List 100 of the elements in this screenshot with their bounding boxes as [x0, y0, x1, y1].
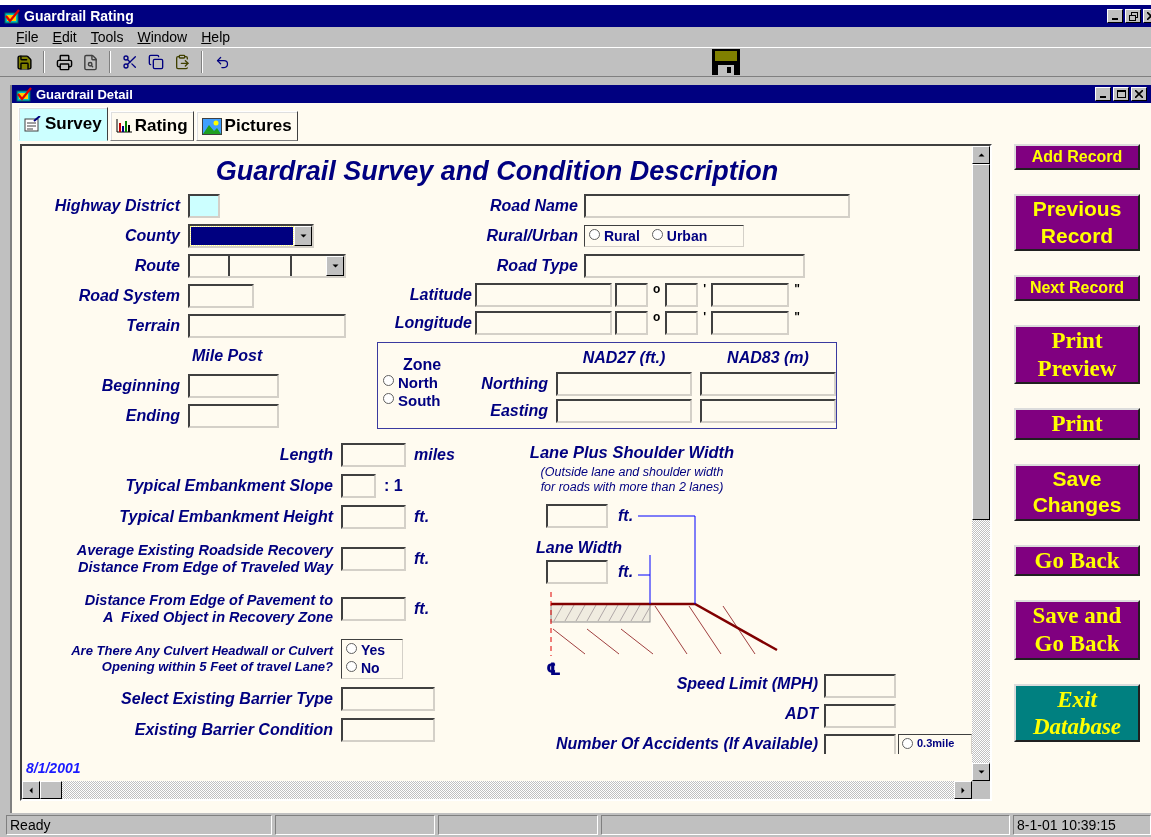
field-label: Highway District — [54, 196, 180, 216]
action-button[interactable]: Save and Go Back — [1014, 600, 1140, 660]
field-label: Terrain — [126, 316, 180, 336]
field-label: Speed Limit (MPH) — [676, 674, 819, 694]
input-field[interactable] — [475, 311, 612, 335]
input-field[interactable] — [341, 505, 406, 529]
input-field[interactable] — [824, 734, 896, 754]
scroll-down-button[interactable] — [972, 763, 990, 781]
field-label: Typical Embankment Height — [118, 507, 333, 527]
input-field[interactable] — [700, 372, 836, 396]
action-button[interactable]: Add Record — [1014, 144, 1140, 170]
column-heading: NAD83 (m) — [726, 349, 810, 367]
radio-button[interactable]: Rural — [589, 228, 640, 244]
radio-button[interactable]: 0.3mile — [902, 737, 968, 749]
input-field[interactable] — [188, 374, 279, 398]
input-field[interactable] — [665, 311, 699, 335]
field-label: Distance From Edge of Pavement to A Fixed Object in Recovery Zone — [83, 591, 333, 627]
tab[interactable]: Survey — [18, 107, 108, 141]
unit-label: ft. — [618, 563, 634, 581]
input-field[interactable] — [341, 597, 406, 621]
restore-button[interactable] — [1125, 9, 1141, 23]
input-field[interactable] — [475, 283, 612, 307]
county-dropdown[interactable] — [188, 224, 314, 248]
scroll-left-button[interactable] — [22, 781, 40, 799]
menu-item[interactable]: Help — [201, 29, 231, 45]
date-text: 8/1/2001 — [26, 759, 81, 776]
field-label: Typical Embankment Slope — [124, 476, 333, 496]
field-label: Average Existing Roadside Recovery Distance From Edge of Traveled Way — [75, 541, 333, 577]
input-field[interactable] — [556, 399, 692, 423]
action-button[interactable]: Print Preview — [1014, 325, 1140, 385]
menu-item[interactable]: Tools — [90, 29, 124, 45]
input-field[interactable] — [824, 674, 896, 698]
menu-item[interactable]: Edit — [52, 29, 77, 45]
radio-button[interactable]: South — [383, 392, 456, 409]
input-field[interactable] — [711, 311, 790, 335]
input-field[interactable] — [341, 547, 406, 571]
tab[interactable]: Rating — [109, 111, 194, 141]
scrollbar-corner — [972, 781, 990, 799]
input-field[interactable] — [665, 283, 699, 307]
action-button[interactable]: Save Changes — [1014, 463, 1140, 521]
column-heading: NAD27 (ft.) — [581, 349, 667, 367]
horizontal-scrollbar[interactable] — [22, 781, 972, 799]
radio-button[interactable]: Yes — [346, 641, 398, 658]
field-label: Ending — [125, 406, 180, 426]
field-label: Latitude — [408, 285, 472, 305]
input-field[interactable] — [188, 194, 220, 218]
input-field[interactable] — [824, 704, 896, 728]
unit-label: " — [794, 310, 800, 324]
action-button[interactable]: Next Record — [1014, 275, 1140, 301]
scroll-thumb[interactable] — [40, 781, 62, 799]
action-button[interactable]: Exit Database — [1014, 683, 1140, 742]
input-field[interactable] — [615, 283, 648, 307]
unit-label: ' — [703, 282, 707, 296]
input-field[interactable] — [341, 474, 376, 498]
input-field[interactable] — [615, 311, 648, 335]
tab[interactable]: Pictures — [195, 111, 298, 141]
action-button[interactable]: Go Back — [1014, 544, 1140, 577]
input-field[interactable] — [341, 718, 435, 742]
scroll-thumb[interactable] — [972, 164, 990, 520]
input-field[interactable] — [188, 404, 279, 428]
route-dropdown[interactable] — [188, 254, 346, 278]
input-field[interactable] — [700, 399, 836, 423]
input-field[interactable] — [188, 284, 254, 308]
radio-button[interactable]: No — [346, 659, 398, 676]
close-button[interactable] — [1131, 87, 1147, 101]
field-label: Road System — [78, 286, 180, 306]
action-button[interactable]: Previous Record — [1014, 194, 1140, 251]
unit-label: o — [653, 282, 661, 296]
input-field[interactable] — [546, 560, 608, 584]
minimize-button[interactable] — [1095, 87, 1111, 101]
input-field[interactable] — [584, 254, 805, 278]
menu-item[interactable]: Window — [137, 29, 188, 45]
field-label: Rural/Urban — [486, 226, 578, 246]
action-button[interactable]: Print — [1014, 408, 1140, 440]
input-field[interactable] — [188, 314, 346, 338]
landscape-icon — [201, 117, 222, 135]
form-title: Guardrail Survey and Condition Description — [214, 154, 780, 188]
input-field[interactable] — [584, 194, 850, 218]
input-field[interactable] — [341, 443, 406, 467]
form-icon — [24, 116, 42, 132]
dropdown-button[interactable] — [294, 226, 312, 246]
field-label: Beginning — [101, 376, 180, 396]
scroll-right-button[interactable] — [954, 781, 972, 799]
input-field[interactable] — [546, 504, 608, 528]
up-arrow-icon — [976, 152, 986, 158]
minimize-button[interactable] — [1107, 9, 1123, 23]
menu-item[interactable]: File — [16, 29, 39, 45]
note-text: (Outside lane and shoulder width for roads with more than 2 lanes) — [539, 465, 725, 496]
dropdown-button[interactable] — [326, 256, 344, 276]
vertical-scrollbar[interactable] — [972, 146, 990, 781]
input-field[interactable] — [711, 283, 790, 307]
radio-button[interactable]: North — [383, 374, 456, 391]
input-field[interactable] — [341, 687, 435, 711]
radio-button[interactable]: Urban — [651, 228, 708, 244]
unit-label: : 1 — [384, 477, 403, 495]
maximize-button[interactable] — [1113, 87, 1129, 101]
unit-label: ft. — [414, 600, 430, 618]
unit-label: miles — [414, 446, 455, 464]
input-field[interactable] — [556, 372, 692, 396]
scroll-up-button[interactable] — [972, 146, 990, 164]
